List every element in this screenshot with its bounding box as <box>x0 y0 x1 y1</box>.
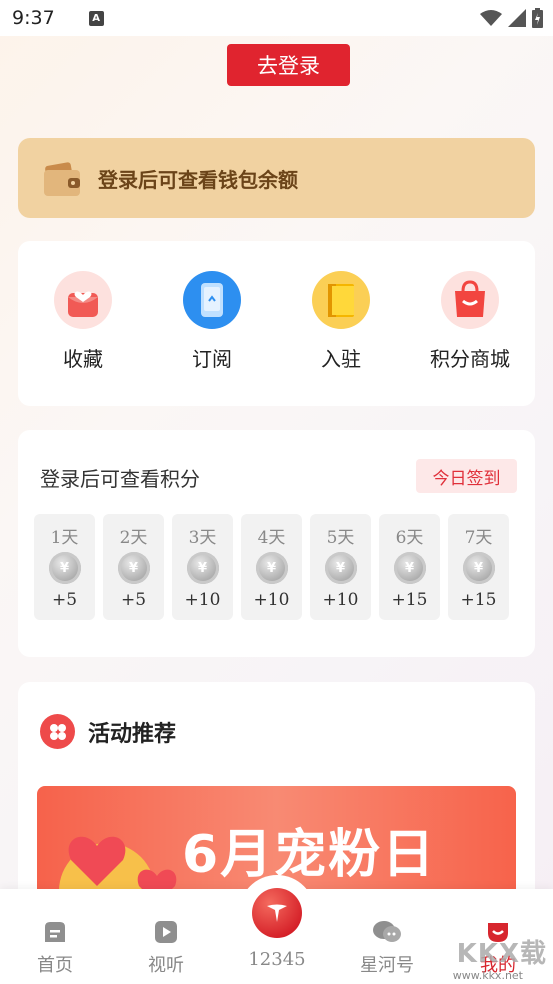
coin-icon: ¥ <box>324 552 357 584</box>
day-label: 7天 <box>464 528 493 548</box>
coin-icon: ¥ <box>462 552 495 584</box>
checkin-day: 3天 ¥ +10 <box>172 514 233 620</box>
banner-text: 6月宠粉日 <box>182 825 437 885</box>
day-points: +10 <box>322 590 359 610</box>
wallet-banner[interactable]: 登录后可查看钱包余额 <box>18 138 535 218</box>
watermark-url: www.kkx.net <box>452 969 523 982</box>
checkin-day: 6天 ¥ +15 <box>379 514 440 620</box>
tab-home[interactable]: 首页 <box>15 919 95 977</box>
checkin-button[interactable]: 今日签到 <box>416 459 517 493</box>
status-icons <box>480 8 543 28</box>
tab-hotline[interactable] <box>239 875 315 951</box>
checkin-day: 2天 ¥ +5 <box>103 514 164 620</box>
checkin-day: 5天 ¥ +10 <box>310 514 371 620</box>
subscribe-label: 订阅 <box>192 347 232 371</box>
points-mall-icon <box>441 271 499 329</box>
subscribe-shortcut[interactable]: 订阅 <box>157 271 267 372</box>
join-label: 入驻 <box>321 347 361 371</box>
day-points: +15 <box>391 590 428 610</box>
day-points: +5 <box>51 590 78 610</box>
home-icon <box>45 922 65 942</box>
tab-home-label: 首页 <box>37 955 73 976</box>
coin-icon: ¥ <box>48 552 81 584</box>
play-icon <box>155 921 177 943</box>
watermark: KKX载 www.kkx.net <box>453 933 547 982</box>
shortcuts-card: 收藏 订阅 入驻 积分商城 <box>18 241 535 406</box>
day-label: 4天 <box>257 528 286 548</box>
checkin-days: 1天 ¥ +5 2天 ¥ +5 3天 ¥ +10 4天 ¥ +10 5天 ¥ +10 6天 ¥ +15 … <box>34 514 509 620</box>
favorites-shortcut[interactable]: 收藏 <box>28 271 138 372</box>
wallet-text: 登录后可查看钱包余额 <box>98 167 298 192</box>
coin-icon: ¥ <box>393 552 426 584</box>
join-icon <box>312 271 370 329</box>
day-points: +10 <box>184 590 221 610</box>
wifi-icon <box>480 10 502 26</box>
favorites-label: 收藏 <box>63 347 103 371</box>
day-label: 5天 <box>326 528 355 548</box>
battery-icon <box>532 8 543 28</box>
points-card: 登录后可查看积分 今日签到 1天 ¥ +5 2天 ¥ +5 3天 ¥ +10 4天 ¥ +10 … <box>18 430 535 657</box>
a-icon: A <box>88 10 104 26</box>
day-points: +10 <box>253 590 290 610</box>
day-label: 3天 <box>188 528 217 548</box>
points-title: 登录后可查看积分 <box>40 467 200 491</box>
day-label: 2天 <box>119 528 148 548</box>
status-time: 9:37 <box>12 7 55 29</box>
points-mall-label: 积分商城 <box>430 347 510 371</box>
checkin-day: 7天 ¥ +15 <box>448 514 509 620</box>
points-mall-shortcut[interactable]: 积分商城 <box>415 271 525 372</box>
favorites-icon <box>54 271 112 329</box>
checkin-day: 4天 ¥ +10 <box>241 514 302 620</box>
checkin-day: 1天 ¥ +5 <box>34 514 95 620</box>
tab-xinghe-label: 星河号 <box>360 955 414 976</box>
coin-icon: ¥ <box>186 552 219 584</box>
day-label: 1天 <box>50 528 79 548</box>
tab-xinghe[interactable]: 星河号 <box>347 919 427 977</box>
day-label: 6天 <box>395 528 424 548</box>
join-shortcut[interactable]: 入驻 <box>286 271 396 372</box>
coin-icon: ¥ <box>255 552 288 584</box>
tab-media-label: 视听 <box>148 955 184 976</box>
watermark-logo: KKX载 <box>456 939 547 969</box>
day-points: +5 <box>120 590 147 610</box>
coin-icon: ¥ <box>117 552 150 584</box>
activity-icon <box>40 714 75 749</box>
tab-media[interactable]: 视听 <box>126 919 206 977</box>
subscribe-icon <box>183 271 241 329</box>
chat-icon <box>373 921 401 942</box>
day-points: +15 <box>460 590 497 610</box>
signal-icon <box>508 9 526 27</box>
status-bar: 9:37 A <box>0 0 553 36</box>
tab-hotline-label: 12345 <box>248 949 306 970</box>
activity-title: 活动推荐 <box>88 721 177 747</box>
login-button[interactable]: 去登录 <box>227 44 350 86</box>
hotline-icon <box>252 888 302 938</box>
wallet-icon <box>44 162 80 196</box>
